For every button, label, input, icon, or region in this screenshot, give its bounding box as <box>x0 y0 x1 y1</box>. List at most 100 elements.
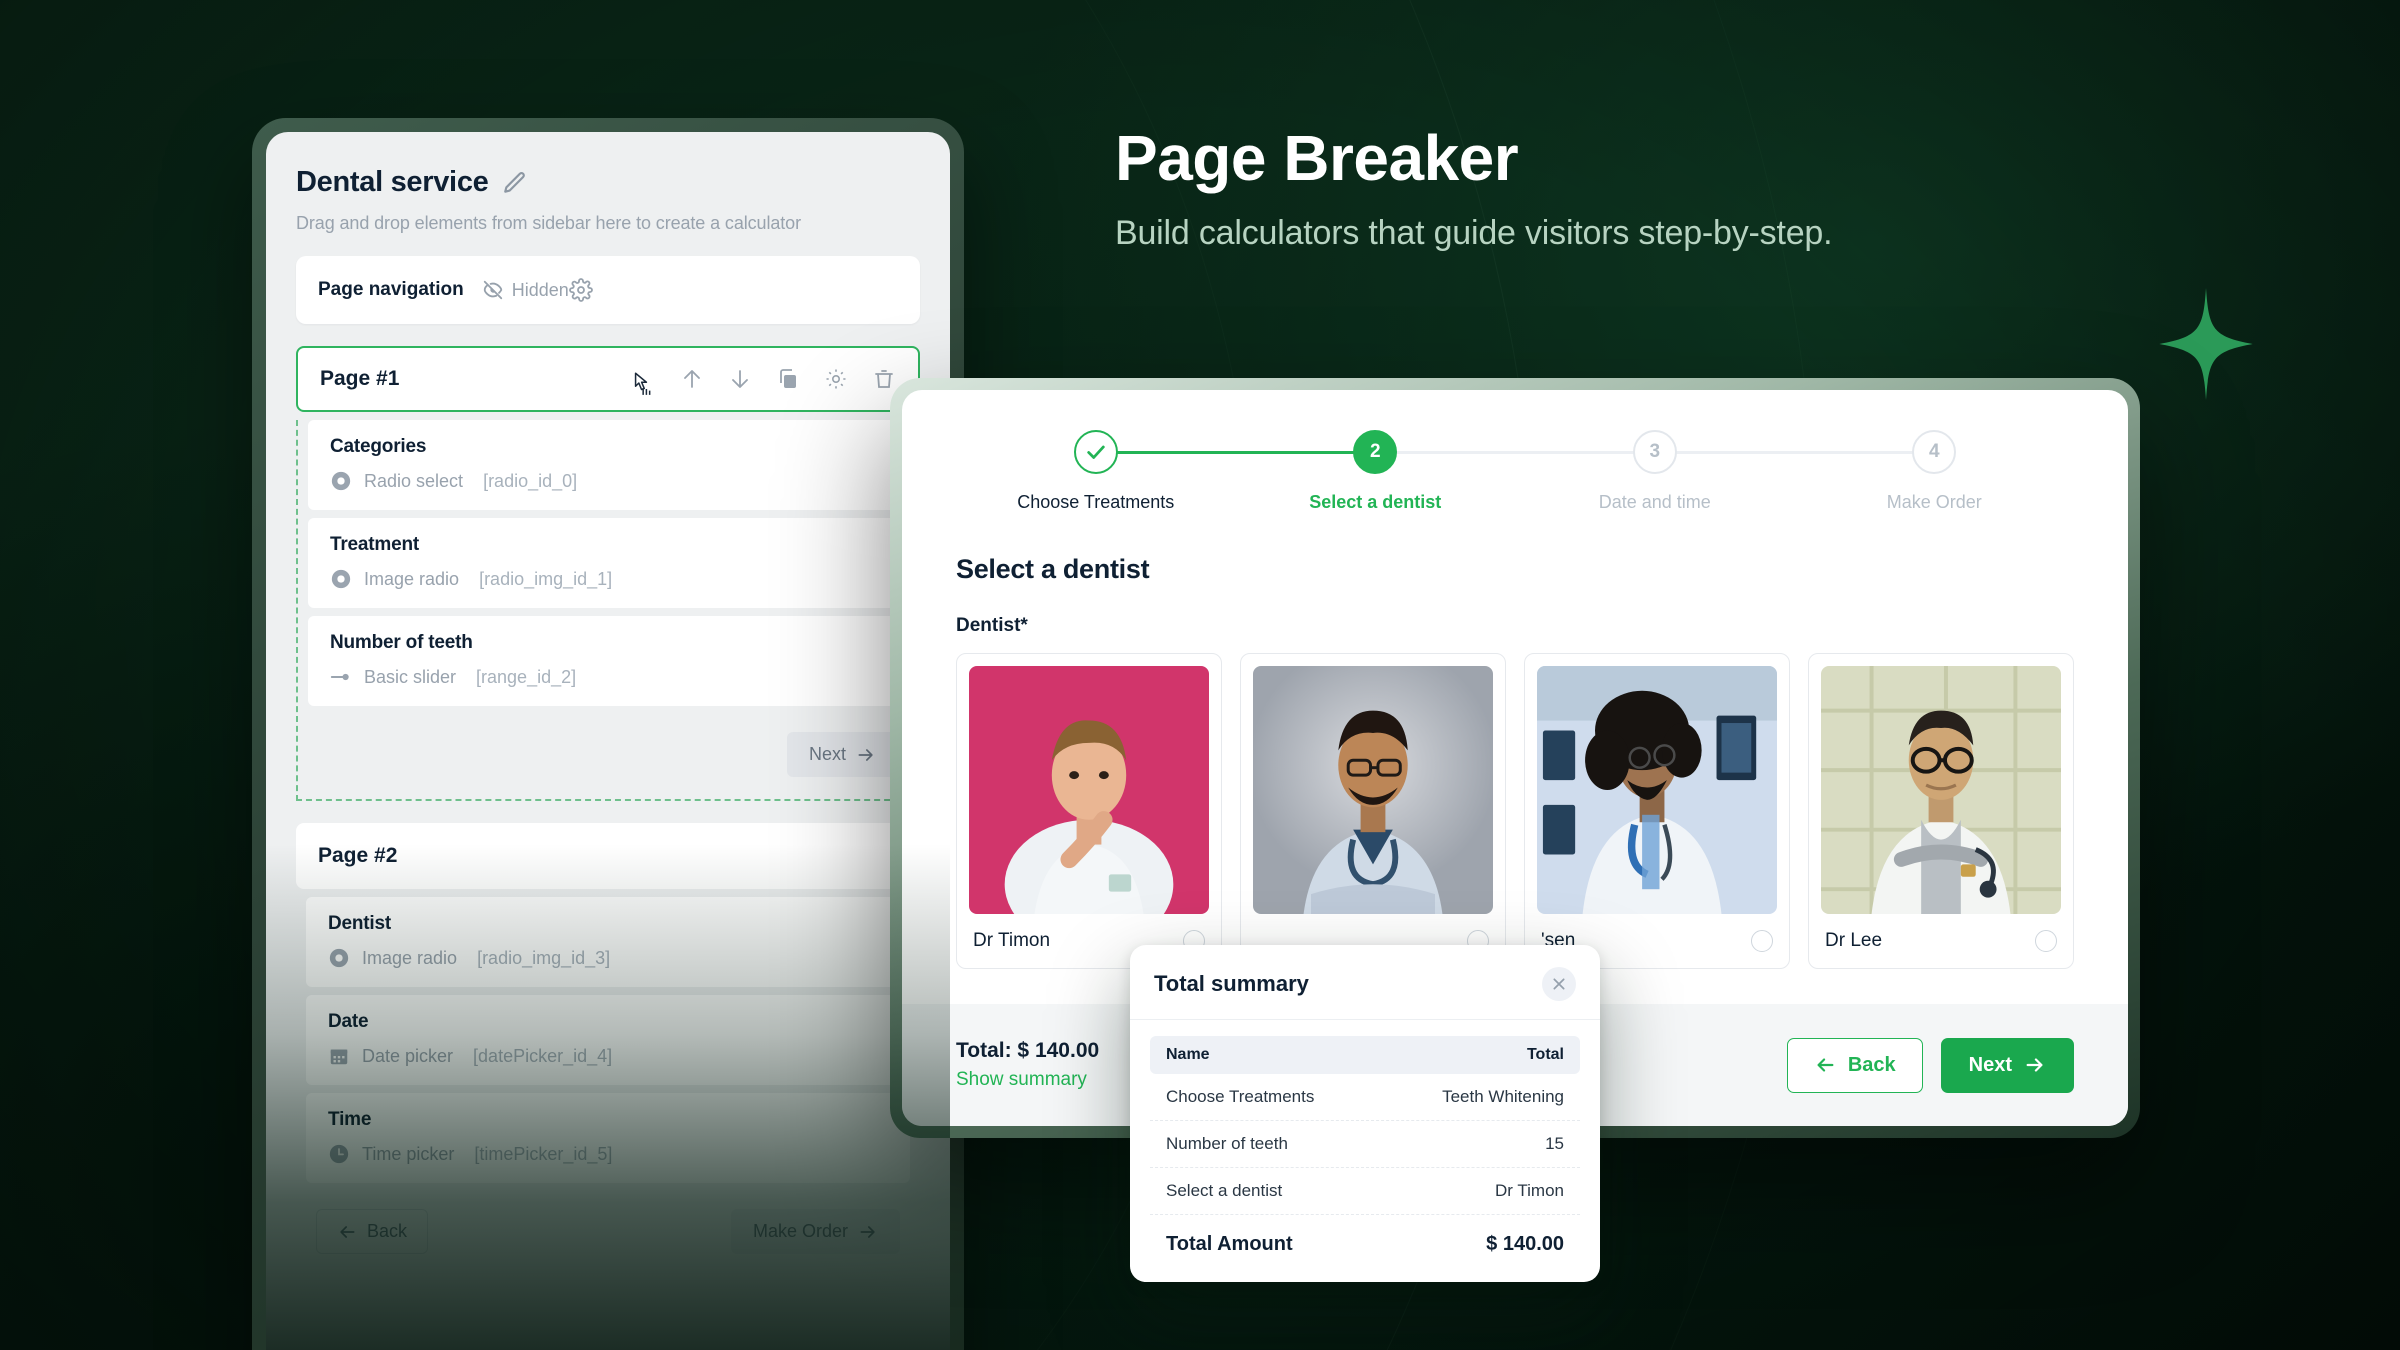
screenshot-root: Page Breaker Build calculators that guid… <box>0 0 2400 1350</box>
row-total: Teeth Whitening <box>1442 1087 1564 1106</box>
element-label: Treatment <box>330 534 420 555</box>
element-label: Time <box>328 1109 372 1130</box>
total-label: Total: $ 140.00 <box>956 1039 1100 1062</box>
back-button-page2[interactable]: Back <box>316 1209 429 1254</box>
row-total: Dr Timon <box>1495 1181 1564 1200</box>
step-3[interactable]: 3 Date and time <box>1515 430 1795 513</box>
step-marker-2: 2 <box>1353 430 1398 474</box>
next-button-page1[interactable]: Next <box>786 732 898 777</box>
radio-icon <box>330 568 352 590</box>
element-card[interactable]: Time Time picker [timePicker_id_5] <box>306 1093 910 1183</box>
element-type: Basic slider <box>364 666 457 687</box>
page-block-2: Page #2 Dentist Image radio [radio_img_i… <box>296 823 920 1276</box>
trash-icon[interactable] <box>872 367 896 391</box>
dentist-photo-xray <box>1537 666 1777 914</box>
show-summary-link[interactable]: Show summary <box>956 1069 1099 1091</box>
table-row: Number of teeth 15 <box>1150 1121 1580 1168</box>
column-header-total: Total <box>1526 1046 1564 1063</box>
step-2[interactable]: 2 Select a dentist <box>1236 430 1516 513</box>
dentist-photo-grey <box>1253 666 1493 914</box>
builder-header: Dental service <box>296 166 920 199</box>
close-icon[interactable] <box>1542 967 1576 1001</box>
dentist-photo-pink <box>969 666 1209 914</box>
step-marker-3: 3 <box>1632 430 1677 474</box>
element-card[interactable]: Categories Radio select [radio_id_0] <box>308 420 908 510</box>
next-button[interactable]: Next <box>1940 1037 2074 1093</box>
element-card[interactable]: Treatment Image radio [radio_img_id_1] <box>308 518 908 608</box>
step-1[interactable]: Choose Treatments <box>956 430 1236 513</box>
make-order-button[interactable]: Make Order <box>730 1209 900 1254</box>
element-id: [radio_id_0] <box>483 470 578 491</box>
slider-icon <box>330 666 352 688</box>
calendar-icon <box>328 1045 350 1067</box>
element-id: [timePicker_id_5] <box>474 1143 613 1164</box>
element-id: [range_id_2] <box>476 666 577 687</box>
element-card[interactable]: Number of teeth Basic slider [range_id_2… <box>308 616 908 706</box>
step-marker-4: 4 <box>1912 430 1957 474</box>
page-footer-2: Back Make Order <box>296 1191 920 1276</box>
summary-table-header: Name Total <box>1150 1036 1580 1074</box>
radio-icon <box>328 947 350 969</box>
column-header-name: Name <box>1166 1046 1210 1063</box>
page-name-1: Page #1 <box>320 367 400 390</box>
element-id: [radio_img_id_3] <box>477 947 611 968</box>
dentist-card[interactable] <box>1240 653 1506 969</box>
step-4[interactable]: 4 Make Order <box>1795 430 2075 513</box>
clock-icon <box>328 1143 350 1165</box>
page-header-2[interactable]: Page #2 <box>296 823 920 889</box>
builder-device-frame: Dental service Drag and drop elements fr… <box>252 118 964 1350</box>
total-amount-label: Total Amount <box>1166 1233 1293 1255</box>
gear-icon[interactable] <box>824 367 848 391</box>
element-label: Number of teeth <box>330 632 473 653</box>
page-header-1[interactable]: Page #1 <box>296 346 920 412</box>
sparkle-icon <box>2158 288 2254 400</box>
page-navigation-card[interactable]: Page navigation Hidden <box>296 256 920 324</box>
back-button[interactable]: Back <box>1786 1037 1923 1093</box>
element-type: Image radio <box>362 947 458 968</box>
element-type: Image radio <box>364 568 460 589</box>
step-label-3: Date and time <box>1598 492 1711 512</box>
gear-icon[interactable] <box>568 278 593 302</box>
dentist-card[interactable]: Dr Lee <box>1808 653 2074 969</box>
element-type: Radio select <box>364 470 464 491</box>
next-label: Next <box>808 744 846 764</box>
element-label: Date <box>328 1011 369 1032</box>
element-id: [radio_img_id_1] <box>479 568 613 589</box>
element-card[interactable]: Date Date picker [datePicker_id_4] <box>306 995 910 1085</box>
element-id: [datePicker_id_4] <box>473 1045 613 1066</box>
dentist-card[interactable]: 'sen <box>1524 653 1790 969</box>
page-elements-2: Dentist Image radio [radio_img_id_3] Dat… <box>296 897 920 1276</box>
table-row: Choose Treatments Teeth Whitening <box>1150 1074 1580 1121</box>
arrow-right-icon <box>858 748 873 761</box>
element-type: Date picker <box>362 1045 454 1066</box>
dentist-radio[interactable] <box>2035 930 2057 952</box>
page-title: Page Breaker <box>1115 122 1519 194</box>
total-amount-value: $ 140.00 <box>1486 1233 1564 1255</box>
duplicate-icon[interactable] <box>776 367 800 391</box>
table-row: Select a dentist Dr Timon <box>1150 1168 1580 1215</box>
step-label-1: Choose Treatments <box>1017 492 1175 512</box>
pencil-icon[interactable] <box>502 170 528 196</box>
page-block-1: Page #1 Categories Radio select [radio_i… <box>296 346 920 801</box>
modal-body: Name Total Choose Treatments Teeth White… <box>1130 1020 1600 1282</box>
move-up-icon[interactable] <box>680 367 704 391</box>
move-down-icon[interactable] <box>728 367 752 391</box>
summary-total-row: Total Amount $ 140.00 <box>1150 1215 1580 1260</box>
arrow-left-icon <box>340 1225 355 1238</box>
dentist-radio[interactable] <box>1751 930 1773 952</box>
back-label: Back <box>367 1221 408 1241</box>
modal-title: Total summary <box>1154 971 1309 996</box>
page-navigation-label: Page navigation <box>318 279 464 300</box>
headline: Page Breaker Build calculators that guid… <box>1115 122 2245 253</box>
eye-off-icon <box>464 279 504 301</box>
element-label: Categories <box>330 436 427 457</box>
next-label: Next <box>1968 1053 2012 1076</box>
dentist-card[interactable]: Dr Timon <box>956 653 1222 969</box>
dentist-name: Dr Lee <box>1825 930 1883 951</box>
element-card[interactable]: Dentist Image radio [radio_img_id_3] <box>306 897 910 987</box>
page-name-2: Page #2 <box>318 844 398 867</box>
dentist-card-list: Dr Timon 'sen Dr Lee <box>956 653 2074 969</box>
arrow-right-icon <box>2026 1058 2043 1072</box>
row-total: 15 <box>1545 1134 1564 1153</box>
row-name: Choose Treatments <box>1166 1087 1315 1106</box>
